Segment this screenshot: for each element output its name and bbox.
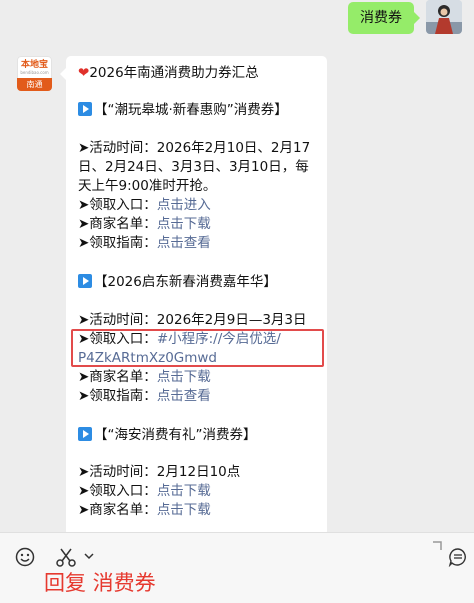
section1-guide-link[interactable]: 点击查看: [157, 235, 211, 251]
section3-heading: 【“海安消费有礼”消费券】: [78, 426, 257, 445]
message-title: ❤2026年南通消费助力券汇总: [78, 65, 259, 81]
chevron-down-icon[interactable]: [84, 552, 94, 560]
section1-entry-link[interactable]: 点击进入: [157, 197, 211, 213]
avatar-city-tag: 南通: [17, 78, 52, 91]
reply-hint-label: 回复 消费券: [44, 571, 156, 595]
play-icon: [78, 427, 92, 441]
section3-merchants: ➤商家名单：点击下载: [78, 502, 211, 518]
section3-time: ➤活动时间：2月12日10点: [78, 464, 241, 480]
section1-time-line1: ➤活动时间：2026年2月10日、2月17: [78, 140, 311, 156]
emoji-icon[interactable]: [15, 547, 35, 567]
section2-time: ➤活动时间：2026年2月9日—3月3日: [78, 312, 307, 328]
section1-guide: ➤领取指南：点击查看: [78, 235, 211, 251]
bot-avatar[interactable]: 本地宝 bendibao.com 南通: [17, 56, 52, 91]
section2-merchants: ➤商家名单：点击下载: [78, 369, 211, 385]
section2-guide-link[interactable]: 点击查看: [157, 388, 211, 404]
play-icon: [78, 102, 92, 116]
section2-heading: 【2026启东新春消费嘉年华】: [78, 273, 277, 292]
section1-merchants: ➤商家名单：点击下载: [78, 216, 211, 232]
play-icon: [78, 274, 92, 288]
outgoing-message-bubble[interactable]: 消费券: [348, 2, 420, 34]
scissors-icon[interactable]: [55, 546, 77, 568]
heart-icon: ❤: [78, 65, 90, 81]
section2-merchants-link[interactable]: 点击下载: [157, 369, 211, 385]
resize-icon[interactable]: [432, 541, 442, 551]
section3-entry: ➤领取入口：点击下载: [78, 483, 211, 499]
section1-heading: 【“潮玩皋城·新春惠购”消费券】: [78, 101, 288, 120]
section3-entry-link[interactable]: 点击下载: [157, 483, 211, 499]
section2-guide: ➤领取指南：点击查看: [78, 388, 211, 404]
avatar-logo-subtext: bendibao.com: [20, 70, 49, 75]
section3-merchants-link[interactable]: 点击下载: [157, 502, 211, 518]
section1-time-line3: 天上午9:00准时开抢。: [78, 178, 217, 194]
highlight-box: [71, 329, 324, 367]
section1-entry: ➤领取入口：点击进入: [78, 197, 211, 213]
section1-time-line2: 日、2月24日、3月3日、3月10日，每: [78, 159, 309, 175]
comment-icon[interactable]: [448, 547, 468, 567]
section1-merchants-link[interactable]: 点击下载: [157, 216, 211, 232]
user-avatar[interactable]: [426, 0, 462, 34]
